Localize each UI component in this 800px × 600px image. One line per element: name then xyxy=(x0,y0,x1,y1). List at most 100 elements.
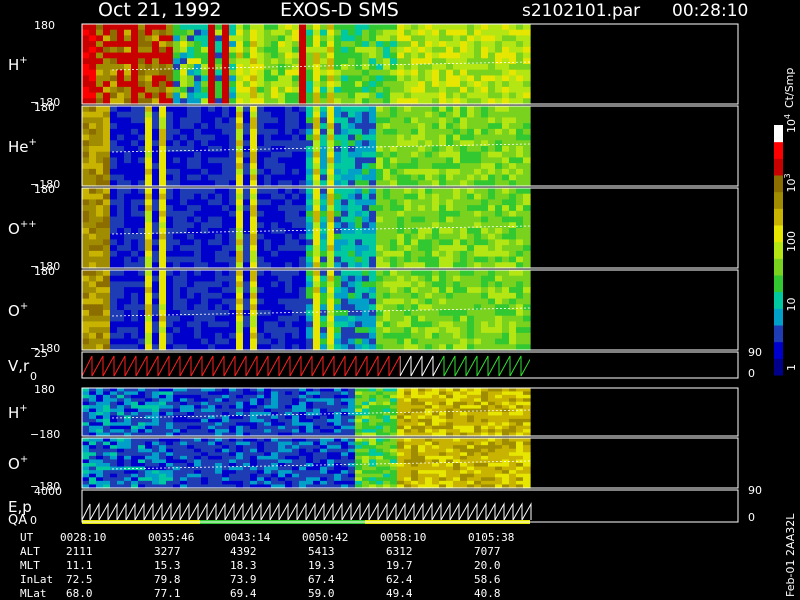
heatmap-cell xyxy=(369,123,377,130)
heatmap-cell xyxy=(432,401,440,406)
heatmap-cell xyxy=(481,422,489,427)
heatmap-cell xyxy=(271,473,279,478)
heatmap-cell xyxy=(467,210,475,218)
heatmap-cell xyxy=(467,415,475,420)
heatmap-cell xyxy=(124,123,132,130)
heatmap-cell xyxy=(306,292,314,300)
heatmap-cell xyxy=(327,256,335,263)
heatmap-cell xyxy=(488,157,496,164)
heatmap-cell xyxy=(208,228,216,235)
heatmap-cell xyxy=(432,123,440,130)
heatmap-cell xyxy=(432,69,440,77)
heatmap-cell xyxy=(103,310,111,317)
heatmap-cell xyxy=(523,117,531,124)
heatmap-cell xyxy=(383,151,391,159)
heatmap-cell xyxy=(481,256,489,263)
heatmap-cell xyxy=(124,412,132,417)
heatmap-cell xyxy=(166,327,174,334)
heatmap-cell xyxy=(145,477,153,482)
heatmap-cell xyxy=(369,327,377,334)
heatmap-cell xyxy=(278,441,286,446)
heatmap-cell xyxy=(110,123,118,130)
heatmap-cell xyxy=(320,41,328,48)
heatmap-cell xyxy=(474,46,482,54)
heatmap-cell xyxy=(488,222,496,229)
heatmap-cell xyxy=(488,321,496,328)
heatmap-cell xyxy=(432,216,440,223)
heatmap-cell xyxy=(194,455,202,461)
heatmap-cell xyxy=(257,398,265,403)
heatmap-cell xyxy=(467,69,475,77)
heatmap-cell xyxy=(243,245,251,252)
heatmap-cell xyxy=(390,388,398,393)
heatmap-cell xyxy=(446,193,454,201)
heatmap-cell xyxy=(446,275,454,283)
heatmap-cell xyxy=(131,140,139,147)
heatmap-cell xyxy=(481,163,489,170)
heatmap-cell xyxy=(348,315,356,323)
heatmap-cell xyxy=(145,425,153,430)
heatmap-cell xyxy=(411,75,419,82)
heatmap-cell xyxy=(509,58,517,65)
heatmap-cell xyxy=(110,425,118,430)
heatmap-cell xyxy=(474,205,482,212)
heatmap-cell xyxy=(250,151,258,159)
heatmap-cell xyxy=(222,86,230,94)
heatmap-cell xyxy=(201,64,209,71)
heatmap-cell xyxy=(481,64,489,71)
heatmap-cell xyxy=(124,270,132,277)
heatmap-cell xyxy=(355,35,363,42)
heatmap-cell xyxy=(348,250,356,258)
heatmap-cell xyxy=(145,75,153,82)
heatmap-cell xyxy=(341,52,349,59)
heatmap-cell xyxy=(110,321,118,328)
heatmap-cell xyxy=(334,123,342,130)
heatmap-cell xyxy=(180,480,188,486)
heatmap-cell xyxy=(523,24,531,31)
heatmap-cell xyxy=(376,405,384,410)
heatmap-cell xyxy=(229,338,237,345)
heatmap-cell xyxy=(257,441,265,446)
heatmap-cell xyxy=(110,473,118,478)
heatmap-cell xyxy=(187,441,195,446)
heatmap-cell xyxy=(89,168,97,176)
heatmap-cell xyxy=(236,216,244,223)
heatmap-cell xyxy=(278,415,286,420)
heatmap-cell xyxy=(278,445,286,450)
heatmap-cell xyxy=(278,199,286,206)
heatmap-cell xyxy=(376,123,384,130)
heatmap-cell xyxy=(467,216,475,223)
heatmap-cell xyxy=(474,310,482,317)
heatmap-cell xyxy=(236,193,244,201)
heatmap-cell xyxy=(313,168,321,176)
heatmap-cell xyxy=(250,292,258,300)
heatmap-cell xyxy=(516,35,524,42)
heatmap-cell xyxy=(341,398,349,403)
heatmap-cell xyxy=(138,321,146,328)
heatmap-cell xyxy=(516,222,524,229)
heatmap-cell xyxy=(355,128,363,136)
heatmap-cell xyxy=(299,174,307,181)
heatmap-cell xyxy=(194,310,202,317)
heatmap-cell xyxy=(418,193,426,201)
heatmap-cell xyxy=(292,470,300,475)
heatmap-cell xyxy=(173,441,181,446)
heatmap-cell xyxy=(250,58,258,65)
heatmap-cell xyxy=(117,69,125,77)
heatmap-cell xyxy=(488,422,496,427)
heatmap-cell xyxy=(166,239,174,246)
heatmap-cell xyxy=(180,168,188,176)
heatmap-cell xyxy=(201,275,209,283)
heatmap-cell xyxy=(159,134,167,141)
heatmap-cell xyxy=(110,256,118,263)
heatmap-cell xyxy=(509,117,517,124)
heatmap-cell xyxy=(89,315,97,323)
heatmap-cell xyxy=(187,222,195,229)
heatmap-cell xyxy=(103,106,111,113)
heatmap-cell xyxy=(236,315,244,323)
heatmap-cell xyxy=(446,210,454,218)
heatmap-cell xyxy=(355,174,363,181)
heatmap-cell xyxy=(432,422,440,427)
heatmap-cell xyxy=(467,174,475,181)
heatmap-cell xyxy=(89,438,97,443)
